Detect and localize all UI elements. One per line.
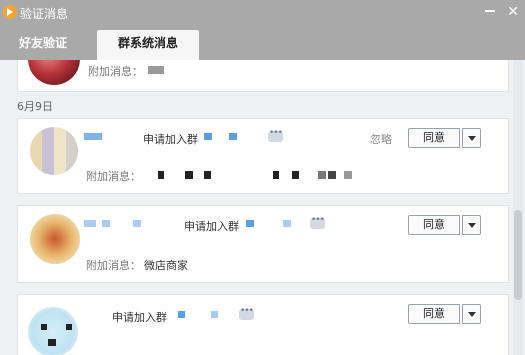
- speaker-icon: [3, 5, 17, 19]
- avatar: [30, 214, 80, 264]
- blurred-text: [185, 171, 193, 179]
- avatar: [30, 127, 78, 175]
- blurred-name: [84, 220, 96, 227]
- tab-bar: 好友验证 群系统消息: [0, 26, 525, 60]
- blurred-avatar-detail: [48, 339, 56, 346]
- title-bar: 验证消息 ✕: [0, 0, 525, 26]
- blurred-group-name: [204, 133, 212, 140]
- request-card: 申请加入群 同意: [17, 294, 509, 355]
- extra-message-text: 微店商家: [144, 259, 188, 272]
- extra-message-label: 附加消息：: [86, 259, 141, 272]
- request-card: 附加消息：: [17, 60, 509, 92]
- blurred-group-name: [246, 220, 254, 227]
- blurred-avatar-detail: [41, 324, 47, 330]
- blurred-text: [158, 171, 164, 179]
- agree-dropdown-button[interactable]: [462, 304, 481, 324]
- agree-button[interactable]: 同意: [408, 215, 460, 235]
- chat-icon[interactable]: [268, 128, 283, 142]
- blurred-name: [133, 220, 141, 227]
- blurred-text: [328, 171, 336, 179]
- window-title: 验证消息: [20, 7, 69, 21]
- date-header: 6月9日: [17, 100, 53, 113]
- chat-icon[interactable]: [310, 215, 325, 229]
- blurred-text: [318, 171, 326, 179]
- agree-button[interactable]: 同意: [408, 304, 460, 324]
- avatar: [28, 60, 80, 85]
- blurred-name: [102, 220, 110, 227]
- blurred-group-name: [211, 311, 218, 318]
- blurred-group-name: [229, 133, 237, 140]
- blurred-text: [148, 66, 164, 74]
- blurred-text: [204, 171, 211, 179]
- blurred-text: [344, 171, 352, 179]
- request-text: 申请加入群: [184, 220, 239, 233]
- blurred-group-name: [283, 220, 291, 227]
- blurred-group-name: [178, 311, 185, 318]
- request-card: 申请加入群 忽略 同意 附加消息：: [17, 118, 509, 194]
- scrollbar[interactable]: [513, 60, 523, 355]
- agree-dropdown-button[interactable]: [462, 128, 481, 148]
- tab-group-system-messages[interactable]: 群系统消息: [97, 30, 199, 60]
- tab-friend-verification[interactable]: 好友验证: [8, 30, 78, 60]
- blurred-avatar-detail: [66, 324, 72, 330]
- blurred-name: [84, 133, 102, 140]
- request-card: 申请加入群 同意 附加消息： 微店商家: [17, 205, 509, 283]
- close-icon[interactable]: ✕: [507, 4, 519, 20]
- ignore-link[interactable]: 忽略: [370, 131, 392, 147]
- chat-icon[interactable]: [239, 306, 254, 320]
- agree-dropdown-button[interactable]: [462, 215, 481, 235]
- avatar: [28, 307, 78, 355]
- extra-message-label: 附加消息：: [88, 65, 143, 78]
- request-text: 申请加入群: [112, 311, 167, 324]
- message-list: 附加消息： 6月9日 申请加入群 忽略 同意 附加消息： 申请加入群: [0, 60, 525, 355]
- blurred-text: [292, 171, 299, 179]
- minimize-icon[interactable]: [485, 10, 495, 12]
- scrollbar-thumb[interactable]: [514, 210, 522, 300]
- extra-message-label: 附加消息：: [86, 170, 141, 183]
- request-text: 申请加入群: [143, 133, 198, 146]
- blurred-text: [273, 171, 279, 179]
- agree-button[interactable]: 同意: [408, 128, 460, 148]
